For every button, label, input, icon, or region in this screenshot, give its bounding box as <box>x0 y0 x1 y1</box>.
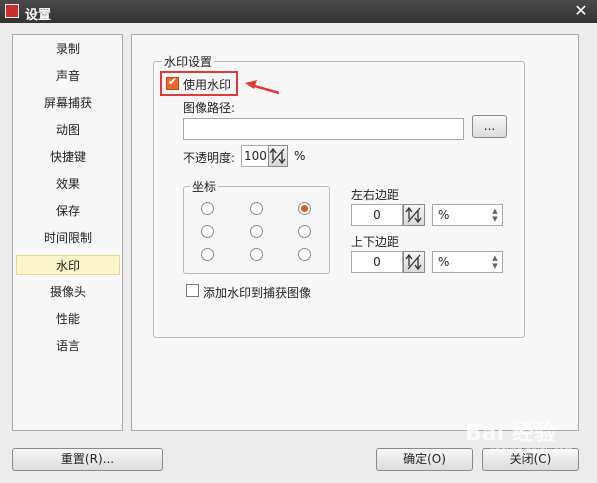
sidebar-item-webcam[interactable]: 摄像头 <box>16 282 120 302</box>
window-title: 设置 <box>25 8 52 23</box>
position-radio-top-center[interactable] <box>250 202 263 215</box>
opacity-label: 不透明度: <box>183 151 236 165</box>
settings-sidebar: 录制 声音 屏幕捕获 动图 快捷键 效果 保存 时间限制 水印 摄像头 性能 语… <box>12 34 123 431</box>
opacity-unit: % <box>294 149 306 163</box>
sidebar-item-record[interactable]: 录制 <box>16 39 120 59</box>
position-radio-top-left[interactable] <box>201 202 214 215</box>
spin-updown-icon: ▲ ▼ <box>492 254 498 270</box>
horizontal-unit-select[interactable]: % ▲ ▼ <box>432 204 503 226</box>
sidebar-item-effects[interactable]: 效果 <box>16 174 120 194</box>
sidebar-item-hotkeys[interactable]: 快捷键 <box>16 147 120 167</box>
stepper-arrows-icon <box>405 253 422 271</box>
baidu-watermark-url: jingyan.baidu.com <box>490 446 574 456</box>
reset-button[interactable]: 重置(R)... <box>12 448 163 471</box>
spin-updown-icon: ▲ ▼ <box>492 207 498 223</box>
image-path-label: 图像路径: <box>183 101 236 115</box>
vertical-margin-input[interactable]: 0 <box>351 251 403 273</box>
annotation-highlight-box <box>160 71 238 96</box>
title-bar: 设置 ✕ <box>0 0 597 23</box>
vertical-unit-value: % <box>438 255 450 269</box>
position-radio-middle-left[interactable] <box>201 225 214 238</box>
image-path-input[interactable] <box>183 118 464 140</box>
sidebar-item-watermark[interactable]: 水印 <box>16 255 120 275</box>
sidebar-item-performance[interactable]: 性能 <box>16 309 120 329</box>
vertical-unit-select[interactable]: % ▲ ▼ <box>432 251 503 273</box>
sidebar-item-language[interactable]: 语言 <box>16 336 120 356</box>
add-watermark-to-capture-label: 添加水印到捕获图像 <box>203 286 312 300</box>
annotation-arrow-icon <box>245 80 280 95</box>
horizontal-margin-stepper[interactable] <box>403 204 425 226</box>
watermark-settings-title: 水印设置 <box>162 53 215 70</box>
vertical-margin-label: 上下边距 <box>351 235 400 249</box>
stepper-arrows-icon <box>269 147 286 165</box>
position-radio-bottom-center[interactable] <box>250 248 263 261</box>
close-icon: ✕ <box>574 1 588 20</box>
stepper-arrows-icon <box>405 206 422 224</box>
settings-window: 设置 ✕ 录制 声音 屏幕捕获 动图 快捷键 效果 保存 时间限制 水印 摄像头… <box>0 0 597 483</box>
baidu-watermark: Bai 经验 <box>465 421 556 446</box>
add-watermark-to-capture-checkbox[interactable] <box>186 284 199 297</box>
horizontal-margin-input[interactable]: 0 <box>351 204 403 226</box>
opacity-input[interactable]: 100 <box>241 145 269 167</box>
sidebar-item-save[interactable]: 保存 <box>16 201 120 221</box>
horizontal-unit-value: % <box>438 208 450 222</box>
sidebar-item-audio[interactable]: 声音 <box>16 66 120 86</box>
vertical-margin-stepper[interactable] <box>403 251 425 273</box>
position-group-title: 坐标 <box>190 178 219 195</box>
ok-button[interactable]: 确定(O) <box>376 448 473 471</box>
position-radio-bottom-right[interactable] <box>298 248 311 261</box>
position-radio-middle-center[interactable] <box>250 225 263 238</box>
sidebar-item-gif[interactable]: 动图 <box>16 120 120 140</box>
close-window-button[interactable]: ✕ <box>571 1 591 21</box>
browse-button[interactable]: ... <box>472 115 507 138</box>
sidebar-item-screen-capture[interactable]: 屏幕捕获 <box>16 93 120 113</box>
opacity-stepper[interactable] <box>268 145 288 167</box>
position-radio-bottom-left[interactable] <box>201 248 214 261</box>
app-icon <box>5 4 19 18</box>
position-radio-top-right[interactable] <box>298 202 311 215</box>
sidebar-item-time-limit[interactable]: 时间限制 <box>16 228 120 248</box>
horizontal-margin-label: 左右边距 <box>351 188 400 202</box>
position-radio-middle-right[interactable] <box>298 225 311 238</box>
